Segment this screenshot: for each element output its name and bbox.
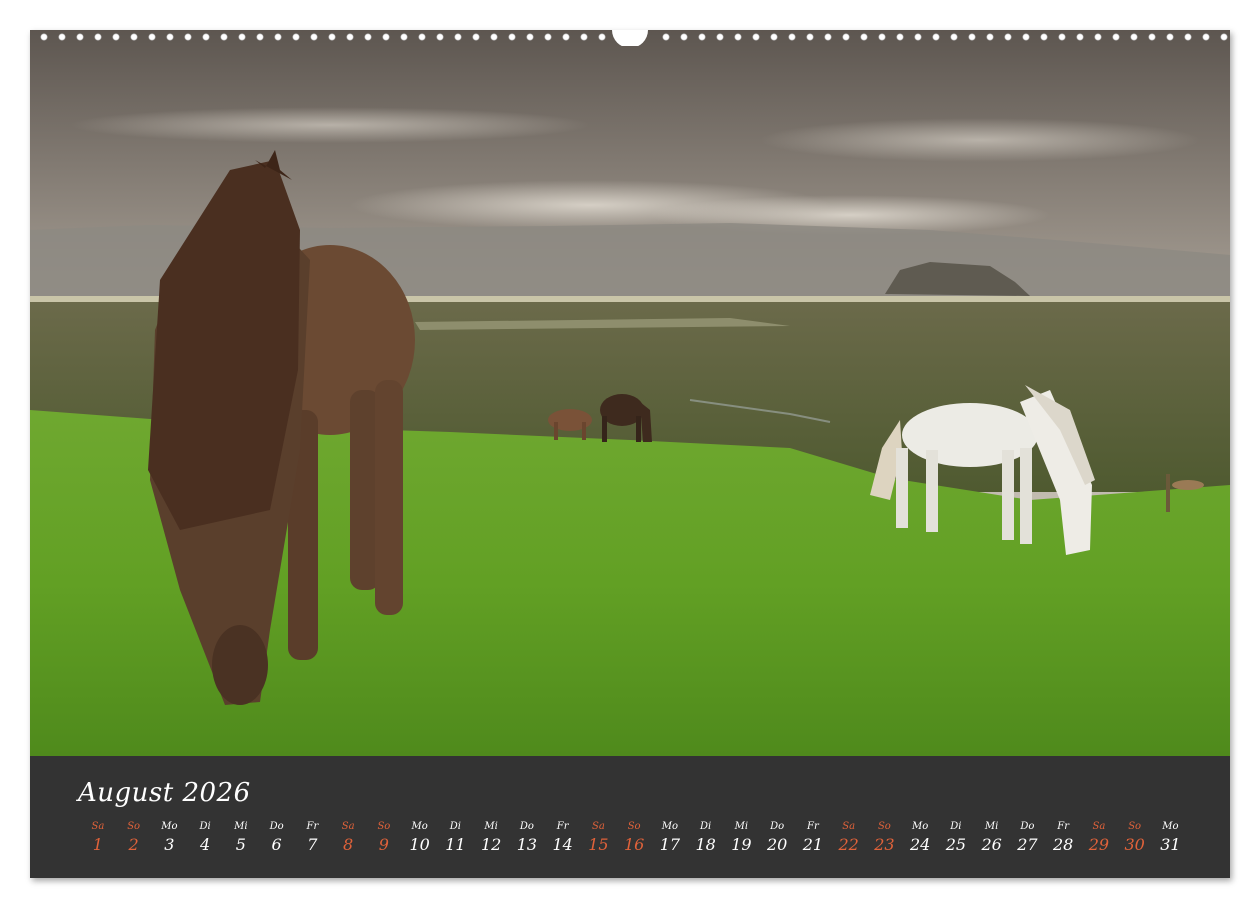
weekday-label: Sa bbox=[842, 821, 856, 832]
day-number: 6 bbox=[271, 835, 282, 854]
day-number: 19 bbox=[731, 835, 752, 854]
calendar-day: Fr 21 bbox=[795, 820, 831, 856]
calendar-day: Di 4 bbox=[187, 820, 223, 856]
calendar-day: Sa 22 bbox=[831, 820, 867, 856]
weekday-label: Fr bbox=[1057, 821, 1069, 832]
calendar-day: Fr 14 bbox=[545, 820, 581, 856]
day-number: 30 bbox=[1124, 835, 1145, 854]
calendar-day: Sa 8 bbox=[330, 820, 366, 856]
calendar-day: Do 6 bbox=[259, 820, 295, 856]
day-row: Sa 1 So 2 Mo 3 Di 4 Mi 5 Do 6 Fr 7 Sa 8 So 9 Mo 10 Di 11 Mi 12 D… bbox=[80, 820, 1188, 856]
day-number: 5 bbox=[235, 835, 246, 854]
day-number: 22 bbox=[838, 835, 859, 854]
weekday-label: Mo bbox=[661, 821, 678, 832]
weekday-label: Mo bbox=[911, 821, 929, 832]
calendar-day: Mo 17 bbox=[652, 820, 688, 856]
day-number: 31 bbox=[1160, 835, 1181, 854]
month-title: August 2026 bbox=[78, 778, 251, 808]
day-number: 18 bbox=[695, 835, 716, 854]
calendar-page: August 2026 Sa 1 So 2 Mo 3 Di 4 Mi 5 Do 6 Fr 7 Sa 8 So 9 M… bbox=[30, 30, 1230, 878]
weekday-label: Do bbox=[770, 821, 785, 832]
weekday-label: Mi bbox=[984, 821, 999, 832]
day-number: 20 bbox=[766, 835, 788, 854]
calendar-day: Di 11 bbox=[438, 820, 474, 856]
weekday-label: Fr bbox=[807, 821, 819, 832]
day-number: 16 bbox=[623, 835, 645, 854]
weekday-label: Do bbox=[519, 821, 534, 832]
calendar-day: Do 20 bbox=[759, 820, 795, 856]
weekday-label: Sa bbox=[91, 821, 105, 832]
weekday-label: Sa bbox=[341, 821, 355, 832]
weekday-label: Sa bbox=[591, 821, 605, 832]
day-number: 26 bbox=[981, 835, 1002, 854]
day-number: 29 bbox=[1088, 835, 1110, 854]
calendar-day: Mi 19 bbox=[724, 820, 760, 856]
weekday-label: So bbox=[127, 821, 141, 832]
weekday-label: So bbox=[877, 821, 891, 832]
calendar-strip: August 2026 Sa 1 So 2 Mo 3 Di 4 Mi 5 Do 6 Fr 7 Sa 8 So 9 M… bbox=[30, 756, 1230, 878]
day-number: 13 bbox=[516, 835, 538, 854]
day-number: 4 bbox=[200, 835, 211, 854]
calendar-day: Mi 12 bbox=[473, 820, 509, 856]
day-number: 15 bbox=[588, 835, 609, 854]
weekday-label: Di bbox=[199, 821, 211, 832]
day-number: 9 bbox=[378, 835, 389, 854]
landscape-photo bbox=[30, 30, 1230, 756]
weekday-label: Fr bbox=[556, 821, 569, 832]
calendar-day: Fr 7 bbox=[295, 820, 331, 856]
calendar-day: Di 25 bbox=[938, 820, 974, 856]
weekday-label: Mi bbox=[234, 821, 248, 832]
weekday-label: Mo bbox=[1162, 821, 1179, 832]
weekday-label: Sa bbox=[1092, 821, 1106, 832]
weekday-label: Mi bbox=[484, 821, 498, 832]
calendar-day: Mo 31 bbox=[1153, 820, 1189, 856]
weekday-label: Do bbox=[1020, 821, 1035, 832]
day-number: 27 bbox=[1017, 835, 1038, 854]
weekday-label: So bbox=[377, 821, 391, 832]
calendar-day: Sa 15 bbox=[581, 820, 617, 856]
calendar-day: So 2 bbox=[116, 820, 152, 856]
weekday-label: So bbox=[627, 821, 641, 832]
weekday-label: Di bbox=[950, 821, 962, 832]
day-number: 10 bbox=[409, 835, 430, 854]
weekday-label: Di bbox=[700, 821, 712, 832]
day-number: 11 bbox=[445, 835, 466, 854]
calendar-day: Sa 1 bbox=[80, 820, 116, 856]
calendar-day: So 16 bbox=[616, 820, 652, 856]
calendar-day: Mo 3 bbox=[152, 820, 188, 856]
weekday-label: Mo bbox=[411, 821, 428, 832]
calendar-day: Di 18 bbox=[688, 820, 724, 856]
day-number: 8 bbox=[343, 835, 354, 854]
calendar-day: Mo 10 bbox=[402, 820, 438, 856]
weekday-label: Mi bbox=[734, 821, 749, 832]
day-number: 28 bbox=[1052, 835, 1074, 854]
day-number: 1 bbox=[92, 835, 103, 854]
weekday-label: Do bbox=[269, 821, 284, 832]
calendar-day: So 23 bbox=[867, 820, 903, 856]
calendar-day: Sa 29 bbox=[1081, 820, 1117, 856]
calendar-day: Mi 5 bbox=[223, 820, 259, 856]
day-number: 3 bbox=[164, 835, 175, 854]
calendar-day: Do 13 bbox=[509, 820, 545, 856]
calendar-day: Do 27 bbox=[1010, 820, 1046, 856]
day-number: 23 bbox=[874, 835, 895, 854]
day-number: 12 bbox=[480, 835, 502, 854]
weekday-label: Fr bbox=[306, 821, 319, 832]
day-number: 21 bbox=[802, 835, 824, 854]
day-number: 25 bbox=[945, 835, 967, 854]
day-number: 7 bbox=[307, 835, 318, 854]
day-number: 17 bbox=[659, 835, 681, 854]
calendar-day: Fr 28 bbox=[1045, 820, 1081, 856]
weekday-label: Di bbox=[449, 821, 461, 832]
day-number: 2 bbox=[128, 835, 139, 854]
calendar-day: So 9 bbox=[366, 820, 402, 856]
day-number: 14 bbox=[552, 835, 573, 854]
weekday-label: Mo bbox=[161, 821, 178, 832]
day-number: 24 bbox=[909, 835, 931, 854]
weekday-label: So bbox=[1128, 821, 1142, 832]
calendar-day: Mi 26 bbox=[974, 820, 1010, 856]
calendar-day: So 30 bbox=[1117, 820, 1153, 856]
calendar-day: Mo 24 bbox=[902, 820, 938, 856]
